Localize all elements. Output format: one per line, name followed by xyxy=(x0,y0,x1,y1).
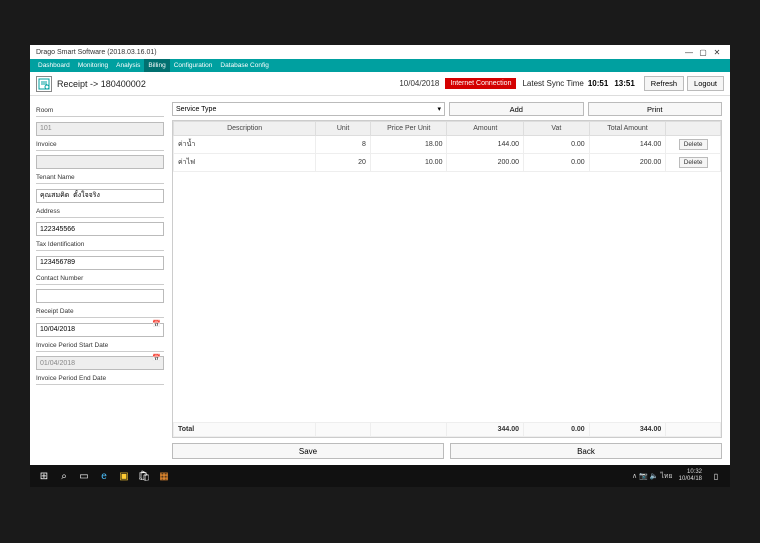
cell-desc: ค่าน้ำ xyxy=(174,136,316,154)
period-start-field[interactable] xyxy=(36,356,164,370)
clock: 13:51 xyxy=(614,79,634,88)
sidebar: Room Invoice Tenant Name Address Tax Ide… xyxy=(30,96,170,465)
store-icon[interactable]: 🛍 xyxy=(134,466,154,486)
menu-monitoring[interactable]: Monitoring xyxy=(74,59,112,72)
header: Receipt -> 180400002 10/04/2018 Internet… xyxy=(30,72,730,96)
maximize-icon[interactable]: ▢ xyxy=(696,48,710,57)
taskview-icon[interactable]: ▭ xyxy=(74,466,94,486)
sync-time: 10:51 xyxy=(588,79,608,88)
period-end-label: Invoice Period End Date xyxy=(36,375,164,382)
menu-billing[interactable]: Billing xyxy=(144,59,169,72)
connection-badge: Internet Connection xyxy=(445,78,516,89)
line-items-grid: Description Unit Price Per Unit Amount V… xyxy=(172,120,722,438)
tax-label: Tax Identification xyxy=(36,241,164,248)
taskbar-clock[interactable]: 10:32 10/04/18 xyxy=(679,469,702,483)
edge-icon[interactable]: e xyxy=(94,466,114,486)
sync-label: Latest Sync Time xyxy=(522,79,583,88)
minimize-icon[interactable]: — xyxy=(682,48,696,57)
add-button[interactable]: Add xyxy=(449,102,584,116)
cell-total: 144.00 xyxy=(589,136,666,154)
chevron-down-icon: ▾ xyxy=(437,105,441,113)
menu-database-config[interactable]: Database Config xyxy=(216,59,272,72)
totals-amount: 344.00 xyxy=(447,423,524,437)
col-total: Total Amount xyxy=(589,122,666,136)
invoice-field[interactable] xyxy=(36,155,164,169)
menubar: Dashboard Monitoring Analysis Billing Co… xyxy=(30,59,730,72)
service-type-select[interactable]: Service Type ▾ xyxy=(172,102,445,116)
tax-field[interactable] xyxy=(36,256,164,270)
room-label: Room xyxy=(36,107,164,114)
titlebar: Drago Smart Software (2018.03.16.01) — ▢… xyxy=(30,45,730,59)
close-icon[interactable]: ✕ xyxy=(710,48,724,57)
save-button[interactable]: Save xyxy=(172,443,444,459)
refresh-button[interactable]: Refresh xyxy=(644,76,684,91)
app-window: Drago Smart Software (2018.03.16.01) — ▢… xyxy=(30,45,730,465)
app-title: Drago Smart Software (2018.03.16.01) xyxy=(36,49,157,56)
notifications-icon[interactable]: ▯ xyxy=(706,466,726,486)
menu-analysis[interactable]: Analysis xyxy=(112,59,144,72)
col-amount: Amount xyxy=(447,122,524,136)
contact-label: Contact Number xyxy=(36,275,164,282)
start-icon[interactable]: ⊞ xyxy=(34,466,54,486)
print-button[interactable]: Print xyxy=(588,102,723,116)
cell-unit: 8 xyxy=(316,136,371,154)
table-row: ค่าน้ำ 8 18.00 144.00 0.00 144.00 Delete xyxy=(174,136,721,154)
totals-total: 344.00 xyxy=(589,423,666,437)
totals-vat: 0.00 xyxy=(524,423,590,437)
totals-row: Total 344.00 0.00 344.00 xyxy=(174,423,721,437)
cell-total: 200.00 xyxy=(589,154,666,172)
cell-price: 18.00 xyxy=(370,136,447,154)
menu-configuration[interactable]: Configuration xyxy=(170,59,217,72)
cell-amount: 200.00 xyxy=(447,154,524,172)
logout-button[interactable]: Logout xyxy=(687,76,724,91)
cell-unit: 20 xyxy=(316,154,371,172)
address-label: Address xyxy=(36,208,164,215)
col-price: Price Per Unit xyxy=(370,122,447,136)
cell-vat: 0.00 xyxy=(524,154,590,172)
table-row: ค่าไฟ 20 10.00 200.00 0.00 200.00 Delete xyxy=(174,154,721,172)
col-unit: Unit xyxy=(316,122,371,136)
cell-desc: ค่าไฟ xyxy=(174,154,316,172)
taskbar: ⊞ ⌕ ▭ e ▣ 🛍 ▦ ∧ 📷 🔈 ไทย 10:32 10/04/18 ▯ xyxy=(30,465,730,487)
menu-dashboard[interactable]: Dashboard xyxy=(34,59,74,72)
back-button[interactable]: Back xyxy=(450,443,722,459)
period-start-label: Invoice Period Start Date xyxy=(36,342,164,349)
receipt-date-label: Receipt Date xyxy=(36,308,164,315)
invoice-label: Invoice xyxy=(36,141,164,148)
col-vat: Vat xyxy=(524,122,590,136)
app-icon[interactable]: ▦ xyxy=(154,466,174,486)
explorer-icon[interactable]: ▣ xyxy=(114,466,134,486)
address-field[interactable] xyxy=(36,222,164,236)
tenant-field[interactable] xyxy=(36,189,164,203)
delete-button[interactable]: Delete xyxy=(679,139,708,150)
col-description: Description xyxy=(174,122,316,136)
room-field[interactable] xyxy=(36,122,164,136)
receipt-date-field[interactable] xyxy=(36,323,164,337)
receipt-icon xyxy=(36,76,52,92)
cell-vat: 0.00 xyxy=(524,136,590,154)
receipt-title: Receipt -> 180400002 xyxy=(57,79,146,89)
delete-button[interactable]: Delete xyxy=(679,157,708,168)
tray-icons[interactable]: ∧ 📷 🔈 ไทย xyxy=(632,471,673,482)
main-panel: Service Type ▾ Add Print Description Uni… xyxy=(170,96,730,465)
header-date: 10/04/2018 xyxy=(399,79,439,88)
cell-price: 10.00 xyxy=(370,154,447,172)
service-type-placeholder: Service Type xyxy=(176,106,216,113)
contact-field[interactable] xyxy=(36,289,164,303)
calendar-icon[interactable]: 📅 xyxy=(152,354,161,362)
totals-label: Total xyxy=(174,423,316,437)
cell-amount: 144.00 xyxy=(447,136,524,154)
search-icon[interactable]: ⌕ xyxy=(54,466,74,486)
calendar-icon[interactable]: 📅 xyxy=(152,320,161,328)
tenant-label: Tenant Name xyxy=(36,174,164,181)
